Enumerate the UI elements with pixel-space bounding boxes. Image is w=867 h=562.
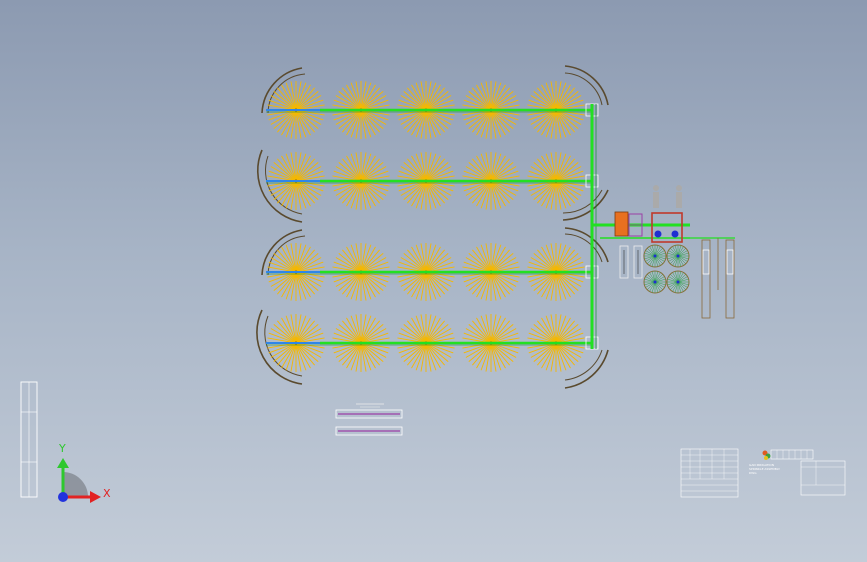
disc-filter [666, 270, 690, 294]
operator-figure [653, 185, 659, 191]
boundary-arc [564, 72, 603, 106]
boundary-arc [564, 233, 603, 263]
riser-gauge [702, 249, 710, 275]
boundary-arc [564, 349, 603, 381]
riser-gauge [726, 249, 734, 275]
detail-view [335, 403, 403, 436]
cad-viewport[interactable]: Y X GAN IRRIGATION SPRINKLE ASSEMBLY DWG [0, 0, 867, 562]
z-axis-dot [58, 492, 68, 502]
y-axis-label: Y [59, 442, 66, 455]
boundary-arc [564, 227, 609, 263]
triad-sector [63, 472, 88, 497]
left-frame-panel [20, 381, 38, 498]
valve [654, 230, 662, 238]
title-line-3: DWG [749, 471, 757, 475]
boundary-arc [564, 65, 609, 106]
pipe-network [266, 103, 735, 350]
disc-filter [643, 244, 667, 268]
sprinkler-grid [267, 81, 585, 372]
y-axis-arrowhead [57, 458, 69, 468]
coordinate-triad [57, 458, 101, 503]
operator-figure [653, 192, 659, 208]
x-axis-arrowhead [90, 491, 101, 503]
title-block: GAN IRRIGATION SPRINKLE ASSEMBLY DWG [679, 446, 847, 498]
operator-figure [676, 192, 682, 208]
pump-body [614, 211, 629, 237]
operator-figure [676, 185, 682, 191]
valve [671, 230, 679, 238]
pump-station [614, 185, 735, 319]
disc-filter [643, 270, 667, 294]
x-axis-label: X [103, 487, 111, 500]
disc-filter [666, 244, 690, 268]
